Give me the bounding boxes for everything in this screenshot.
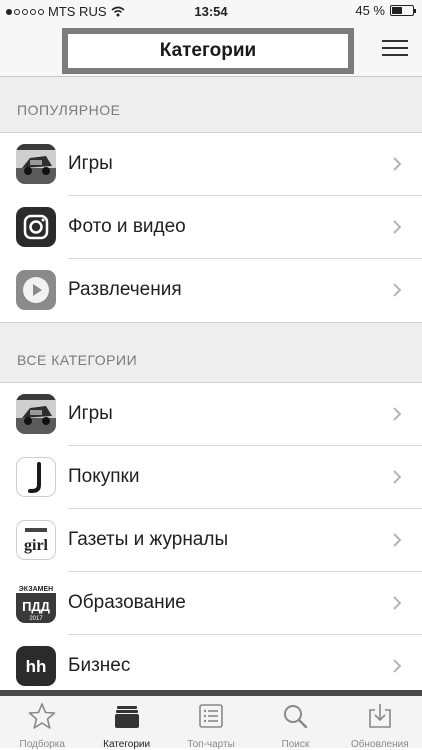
- category-row-games[interactable]: Игры: [0, 383, 422, 446]
- category-label: Покупки: [68, 466, 140, 487]
- category-label: Бизнес: [68, 655, 131, 676]
- category-label: Игры: [68, 403, 113, 424]
- section-header-popular: ПОПУЛЯРНОЕ: [0, 77, 422, 133]
- category-row-education[interactable]: ЭКЗАМЕН ПДД 2017 Образование: [0, 572, 422, 635]
- chevron-right-icon: [393, 596, 402, 610]
- category-label: Образование: [68, 592, 186, 613]
- top-charts-icon: [199, 704, 223, 728]
- tab-updates[interactable]: Обновления: [338, 696, 422, 750]
- categories-icon: [114, 706, 139, 728]
- chevron-right-icon: [393, 220, 402, 234]
- tab-label: Подборка: [19, 739, 65, 750]
- battery-icon: [390, 5, 416, 16]
- games-icon: [16, 394, 56, 434]
- newspaper-icon: girl: [16, 520, 56, 560]
- play-icon: [16, 270, 56, 310]
- education-icon-mid-text: ПДД: [22, 599, 51, 614]
- category-label: Газеты и журналы: [68, 529, 229, 550]
- chevron-right-icon: [393, 407, 402, 421]
- tab-featured[interactable]: Подборка: [0, 696, 84, 750]
- nav-bar: Категории: [0, 22, 422, 77]
- chevron-right-icon: [393, 470, 402, 484]
- newspaper-icon-text: girl: [24, 537, 49, 554]
- tab-search[interactable]: Поиск: [253, 696, 337, 750]
- category-label: Фото и видео: [68, 216, 186, 237]
- page-title: Категории: [62, 28, 354, 74]
- chevron-right-icon: [393, 533, 402, 547]
- battery-percent: 45 %: [355, 3, 385, 18]
- tab-label: Обновления: [351, 739, 409, 750]
- shopping-icon: [16, 457, 56, 497]
- category-row-photo-video[interactable]: Фото и видео: [0, 196, 422, 259]
- section-title: ВСЕ КАТЕГОРИИ: [17, 352, 138, 368]
- chevron-right-icon: [393, 659, 402, 673]
- tab-bar: Подборка Категории Топ-чарты Поиск Обнов…: [0, 690, 422, 750]
- category-row-entertainment[interactable]: Развлечения: [0, 259, 422, 322]
- category-row-business[interactable]: hh Бизнес: [0, 635, 422, 690]
- star-icon: [28, 703, 56, 729]
- tab-top-charts[interactable]: Топ-чарты: [169, 696, 253, 750]
- category-row-shopping[interactable]: Покупки: [0, 446, 422, 509]
- games-icon: [16, 144, 56, 184]
- business-icon: hh: [16, 646, 56, 686]
- education-icon-bottom-text: 2017: [29, 616, 43, 622]
- business-icon-text: hh: [26, 657, 47, 676]
- education-icon: ЭКЗАМЕН ПДД 2017: [16, 583, 56, 623]
- education-icon-top-text: ЭКЗАМЕН: [19, 586, 54, 593]
- status-bar: MTS RUS 13:54 45 %: [0, 0, 422, 22]
- camera-icon: [16, 207, 56, 247]
- tab-label: Топ-чарты: [187, 739, 235, 750]
- search-icon: [284, 705, 308, 729]
- category-label: Игры: [68, 153, 113, 174]
- category-label: Развлечения: [68, 279, 182, 300]
- category-row-games-popular[interactable]: Игры: [0, 133, 422, 196]
- tab-label: Поиск: [281, 739, 310, 750]
- chevron-right-icon: [393, 157, 402, 171]
- list-menu-icon[interactable]: [382, 40, 408, 58]
- category-row-newspapers[interactable]: girl Газеты и журналы: [0, 509, 422, 572]
- tab-label: Категории: [103, 739, 151, 750]
- section-header-all: ВСЕ КАТЕГОРИИ: [0, 322, 422, 383]
- tab-categories[interactable]: Категории: [84, 696, 168, 750]
- chevron-right-icon: [393, 283, 402, 297]
- updates-icon: [369, 704, 391, 728]
- section-title: ПОПУЛЯРНОЕ: [17, 102, 121, 118]
